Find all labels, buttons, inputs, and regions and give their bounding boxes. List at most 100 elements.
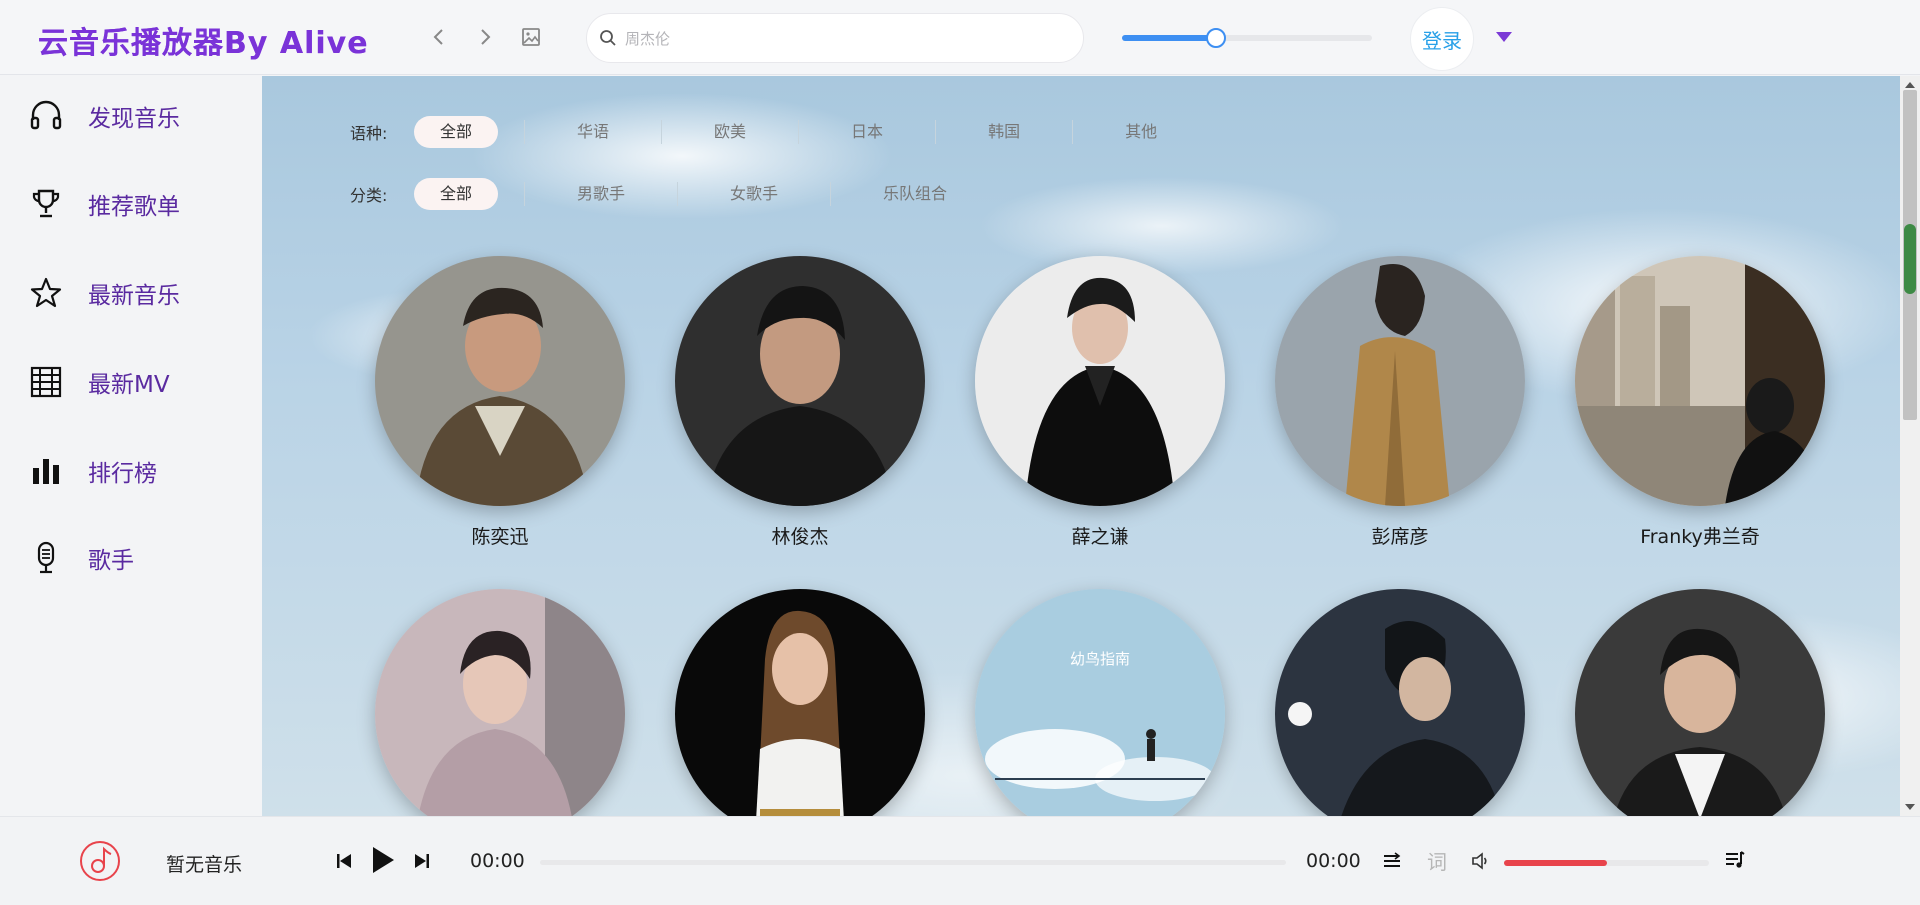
previous-track-icon[interactable] (334, 850, 354, 872)
artist-card[interactable]: 幼鸟指南 (975, 589, 1225, 816)
progress-bar[interactable] (540, 860, 1286, 865)
dropdown-arrow-icon[interactable] (1496, 32, 1512, 42)
artist-avatar[interactable]: 幼鸟指南 (975, 589, 1225, 816)
login-button[interactable]: 登录 (1410, 7, 1474, 71)
sidebar-item-charts[interactable]: 排行榜 (28, 449, 157, 493)
scrollbar[interactable] (1900, 76, 1920, 816)
category-option[interactable]: 乐队组合 (857, 178, 973, 210)
player-volume-slider[interactable] (1504, 860, 1709, 866)
divider (677, 182, 679, 206)
artist-name: 彭席彦 (1371, 526, 1429, 548)
artist-avatar[interactable] (375, 256, 625, 506)
language-option[interactable]: 日本 (825, 116, 909, 148)
artist-avatar[interactable] (1275, 256, 1525, 506)
divider (661, 120, 663, 144)
divider (798, 120, 800, 144)
divider (1072, 120, 1074, 144)
artist-card[interactable]: Franky弗兰奇 (1575, 256, 1825, 549)
divider (524, 120, 526, 144)
header-volume-knob[interactable] (1205, 28, 1226, 48)
artist-name: 陈奕迅 (471, 526, 529, 548)
artist-name: Franky弗兰奇 (1640, 526, 1760, 548)
star-icon (28, 275, 64, 311)
artist-card[interactable] (375, 589, 625, 816)
total-time: 00:00 (1306, 850, 1361, 872)
artist-avatar[interactable] (975, 256, 1225, 506)
category-option[interactable]: 男歌手 (551, 178, 651, 210)
artist-card[interactable]: 林俊杰 (675, 256, 925, 549)
header-volume-fill (1122, 35, 1215, 41)
artist-card[interactable]: 陈奕迅 (375, 256, 625, 549)
artist-card[interactable] (675, 589, 925, 816)
sidebar-item-label: 最新音乐 (88, 283, 180, 309)
sidebar-item-label: 最新MV (88, 372, 170, 398)
language-option[interactable]: 欧美 (688, 116, 772, 148)
album-cover-text: 幼鸟指南 (1070, 650, 1130, 668)
nav-buttons (426, 24, 544, 50)
sidebar-item-singers[interactable]: 歌手 (28, 536, 134, 580)
artist-avatar[interactable] (1275, 589, 1525, 816)
category-filter-label: 分类: (350, 186, 388, 205)
track-title: 暂无音乐 (166, 854, 243, 876)
image-icon[interactable] (518, 24, 544, 50)
playlist-icon[interactable] (1722, 847, 1748, 873)
top-header: 云音乐播放器By Alive 登录 (0, 0, 1920, 75)
sidebar-item-playlists[interactable]: 推荐歌单 (28, 182, 180, 226)
sidebar: 发现音乐 推荐歌单 最新音乐 最新MV 排行榜 歌手 (0, 76, 262, 816)
category-filter: 分类: 全部 男歌手 女歌手 乐队组合 (350, 178, 973, 210)
language-option[interactable]: 其他 (1099, 116, 1183, 148)
back-icon[interactable] (426, 24, 452, 50)
artist-name: 薛之谦 (1071, 526, 1129, 548)
artist-avatar[interactable] (675, 589, 925, 816)
scroll-down-arrow-icon[interactable] (1905, 804, 1915, 810)
artist-card[interactable] (1275, 589, 1525, 816)
language-option[interactable]: 华语 (551, 116, 635, 148)
play-icon[interactable] (368, 843, 398, 877)
sidebar-item-label: 发现音乐 (88, 106, 180, 132)
music-disc-icon (78, 839, 122, 883)
artist-avatar[interactable] (1575, 589, 1825, 816)
player-bar: 暂无音乐 00:00 00:00 词 (0, 816, 1920, 905)
search-icon (599, 29, 617, 51)
lyrics-button[interactable]: 词 (1424, 847, 1450, 874)
language-filter-label: 语种: (350, 124, 388, 143)
sidebar-item-label: 排行榜 (88, 461, 157, 487)
artist-avatar[interactable] (675, 256, 925, 506)
artist-card[interactable]: 薛之谦 (975, 256, 1225, 549)
sidebar-item-new-music[interactable]: 最新音乐 (28, 271, 180, 315)
header-volume-slider[interactable] (1122, 28, 1372, 48)
artist-card[interactable] (1575, 589, 1825, 816)
language-option[interactable]: 韩国 (962, 116, 1046, 148)
artist-card[interactable]: 彭席彦 (1275, 256, 1525, 549)
divider (524, 182, 526, 206)
film-icon (28, 364, 64, 400)
player-volume-fill (1504, 860, 1607, 866)
search-box (586, 13, 1084, 63)
language-filter: 语种: 全部 华语 欧美 日本 韩国 其他 (350, 116, 1183, 148)
scroll-up-arrow-icon[interactable] (1905, 82, 1915, 88)
forward-icon[interactable] (472, 24, 498, 50)
microphone-icon (28, 540, 64, 576)
main-content: 语种: 全部 华语 欧美 日本 韩国 其他 分类: 全部 男歌手 女歌手 乐队组… (262, 76, 1900, 816)
play-mode-icon[interactable] (1380, 849, 1404, 873)
trophy-icon (28, 186, 64, 222)
sidebar-item-discover[interactable]: 发现音乐 (28, 94, 180, 138)
artist-avatar[interactable] (1575, 256, 1825, 506)
divider (830, 182, 832, 206)
category-option[interactable]: 全部 (414, 178, 499, 210)
sidebar-item-mv[interactable]: 最新MV (28, 360, 170, 404)
sidebar-item-label: 歌手 (88, 548, 134, 574)
next-track-icon[interactable] (412, 850, 432, 872)
divider (935, 120, 937, 144)
category-option[interactable]: 女歌手 (704, 178, 804, 210)
search-input[interactable] (623, 24, 1067, 54)
sidebar-item-label: 推荐歌单 (88, 194, 180, 220)
current-time: 00:00 (470, 850, 525, 872)
bar-chart-icon (28, 453, 64, 489)
app-title: 云音乐播放器By Alive (38, 18, 369, 62)
artist-name: 林俊杰 (771, 526, 829, 548)
language-option[interactable]: 全部 (414, 116, 499, 148)
scroll-grip[interactable] (1904, 224, 1916, 294)
artist-avatar[interactable] (375, 589, 625, 816)
volume-icon[interactable] (1468, 849, 1492, 873)
